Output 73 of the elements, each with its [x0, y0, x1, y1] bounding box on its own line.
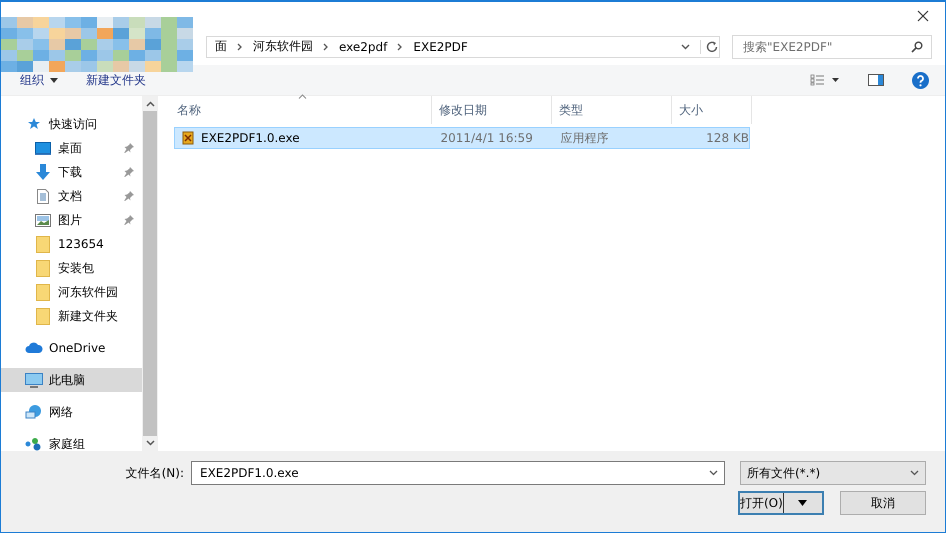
refresh-icon[interactable] [700, 40, 719, 54]
cloud-icon [25, 342, 43, 354]
sidebar-item[interactable]: OneDrive [1, 336, 142, 360]
preview-pane-icon[interactable] [868, 74, 884, 86]
network-icon [25, 404, 43, 420]
help-icon[interactable] [912, 72, 929, 88]
file-name: EXE2PDF1.0.exe [201, 131, 300, 145]
sidebar-item[interactable]: 下载 [1, 160, 142, 184]
filename-label: 文件名(N): [126, 464, 184, 482]
down-arrow-icon [35, 164, 51, 180]
caret-down-icon[interactable] [798, 500, 808, 506]
monitor-icon [35, 142, 51, 154]
scrollbar[interactable] [142, 96, 158, 451]
file-type: 应用程序 [560, 130, 608, 146]
scroll-up-icon[interactable] [146, 101, 154, 107]
folder-icon [36, 260, 50, 276]
sidebar-item[interactable]: 文档 [1, 184, 142, 208]
column-header[interactable]: 名称 [170, 96, 432, 124]
sidebar-item[interactable]: 安装包 [1, 256, 142, 280]
filename-input[interactable]: EXE2PDF1.0.exe [198, 465, 709, 481]
sidebar-item[interactable]: 123654 [1, 232, 142, 256]
caret-down-icon[interactable] [50, 78, 58, 82]
scrollbar-thumb[interactable] [143, 111, 157, 436]
pin-icon[interactable] [124, 191, 134, 201]
breadcrumb-item[interactable]: exe2pdf [339, 40, 388, 54]
chevron-down-icon[interactable] [910, 470, 919, 476]
filename-field[interactable]: EXE2PDF1.0.exe [191, 461, 725, 485]
modified-date: 2011/4/1 16:59 [440, 131, 533, 145]
sidebar-item[interactable]: 图片 [1, 208, 142, 232]
search-field[interactable]: 搜索"EXE2PDF" [732, 34, 932, 58]
column-header[interactable]: 修改日期 [432, 96, 552, 124]
close-icon[interactable] [917, 10, 929, 22]
sidebar-item[interactable]: 河东软件园 [1, 280, 142, 304]
star-icon [27, 117, 41, 131]
pin-icon[interactable] [124, 215, 134, 225]
chevron-right-icon[interactable] [237, 42, 243, 50]
sort-up-icon [298, 94, 307, 99]
view-options-icon[interactable] [810, 74, 840, 86]
chevron-right-icon[interactable] [397, 42, 404, 50]
picture-icon [35, 214, 51, 226]
people-icon [25, 437, 43, 451]
open-button[interactable]: 打开(O) [738, 491, 824, 515]
breadcrumb-item[interactable]: EXE2PDF [413, 40, 468, 54]
sidebar-item[interactable]: 此电脑 [1, 368, 142, 392]
sidebar-item[interactable]: 桌面 [1, 136, 142, 160]
computer-icon [25, 372, 43, 388]
sidebar-item[interactable]: 快速访问 [1, 112, 142, 136]
file-size: 128 KB [706, 131, 749, 145]
chevron-down-icon[interactable] [709, 470, 718, 476]
pin-icon[interactable] [124, 167, 134, 177]
folder-icon [36, 308, 50, 324]
new-folder-button[interactable]: 新建文件夹 [86, 72, 146, 88]
scroll-down-icon[interactable] [146, 440, 154, 446]
file-row[interactable]: EXE2PDF1.0.exe 2011/4/1 16:59 应用程序 128 KB [174, 127, 750, 149]
sidebar-item[interactable]: 网络 [1, 400, 142, 424]
cancel-button[interactable]: 取消 [840, 491, 926, 515]
chevron-down-icon[interactable] [681, 44, 690, 50]
search-icon [911, 40, 923, 52]
file-type-dropdown[interactable]: 所有文件(*.*) [740, 461, 926, 485]
column-header[interactable]: 大小 [672, 96, 752, 124]
folder-icon [36, 284, 50, 300]
chevron-right-icon[interactable] [323, 42, 329, 50]
document-icon [37, 188, 49, 204]
breadcrumb-item[interactable]: 河东软件园 [253, 38, 313, 55]
breadcrumb-item[interactable]: 面 [215, 38, 227, 55]
application-icon [181, 131, 195, 145]
folder-icon [36, 236, 50, 252]
organize-menu-button[interactable]: 组织 [20, 72, 58, 88]
column-header[interactable]: 类型 [552, 96, 672, 124]
pin-icon[interactable] [124, 143, 134, 153]
sidebar-item[interactable]: 家庭组 [1, 432, 142, 451]
address-bar[interactable]: 面 河东软件园 exe2pdf EXE2PDF [206, 36, 720, 58]
sidebar-item[interactable]: 新建文件夹 [1, 304, 142, 328]
